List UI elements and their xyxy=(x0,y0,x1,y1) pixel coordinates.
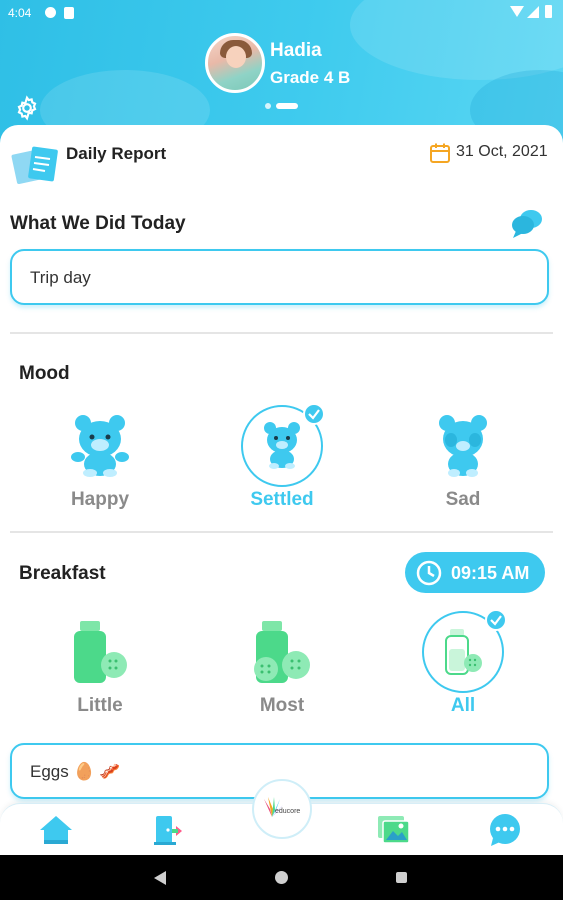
status-bar: 4:04 xyxy=(0,0,563,26)
wifi-icon xyxy=(510,6,524,17)
breakfast-title: Breakfast xyxy=(19,563,106,584)
student-grade: Grade 4 B xyxy=(270,68,351,87)
educore-logo-icon xyxy=(264,797,283,817)
home-icon[interactable] xyxy=(38,812,74,848)
daily-report-icon xyxy=(11,146,58,185)
divider xyxy=(10,332,553,334)
page-indicator-dot[interactable] xyxy=(265,103,271,109)
comment-icon[interactable] xyxy=(510,207,544,239)
breakfast-time: 09:15 AM xyxy=(451,563,530,583)
page-indicator-dot-active[interactable] xyxy=(276,103,298,109)
signal-icon xyxy=(527,6,539,18)
divider xyxy=(10,531,553,533)
happy-bear-icon xyxy=(71,415,129,477)
status-notification-icon xyxy=(45,7,56,18)
food-most-icon xyxy=(254,621,310,683)
back-icon[interactable] xyxy=(154,871,166,885)
home-circle-icon[interactable] xyxy=(275,871,288,884)
breakfast-all-label: All xyxy=(450,695,476,716)
breakfast-time-button[interactable]: 09:15 AM xyxy=(405,552,545,593)
status-sim-icon xyxy=(64,7,74,19)
activities-field[interactable]: Trip day xyxy=(10,249,549,305)
battery-icon xyxy=(545,5,552,18)
settled-bear-icon xyxy=(264,422,300,469)
food-little-icon xyxy=(74,621,127,683)
breakfast-little-label: Little xyxy=(77,695,123,716)
mood-title: Mood xyxy=(19,363,70,384)
system-nav-bar xyxy=(0,855,563,900)
report-date[interactable]: 31 Oct, 2021 xyxy=(456,143,548,161)
food-all-icon xyxy=(445,629,482,675)
calendar-icon[interactable] xyxy=(429,142,451,164)
clock-icon xyxy=(416,560,442,586)
breakfast-most-label: Most xyxy=(259,695,305,716)
avatar[interactable] xyxy=(205,33,265,93)
mood-happy-label: Happy xyxy=(70,489,130,510)
settings-gear-icon[interactable] xyxy=(14,95,40,121)
mood-sad-label: Sad xyxy=(445,489,481,510)
educore-logo-text: educore xyxy=(275,808,301,815)
door-exit-icon[interactable] xyxy=(150,812,186,848)
recent-apps-icon[interactable] xyxy=(396,872,407,883)
report-title: Daily Report xyxy=(66,144,167,163)
chat-icon[interactable] xyxy=(487,812,523,848)
activities-title: What We Did Today xyxy=(10,213,186,234)
selected-check-icon xyxy=(485,609,507,631)
mood-settled-label: Settled xyxy=(250,489,314,510)
sad-bear-icon xyxy=(439,415,487,477)
gallery-icon[interactable] xyxy=(376,812,412,848)
student-name: Hadia xyxy=(270,40,322,61)
selected-check-icon xyxy=(303,403,325,425)
status-time: 4:04 xyxy=(8,6,32,20)
